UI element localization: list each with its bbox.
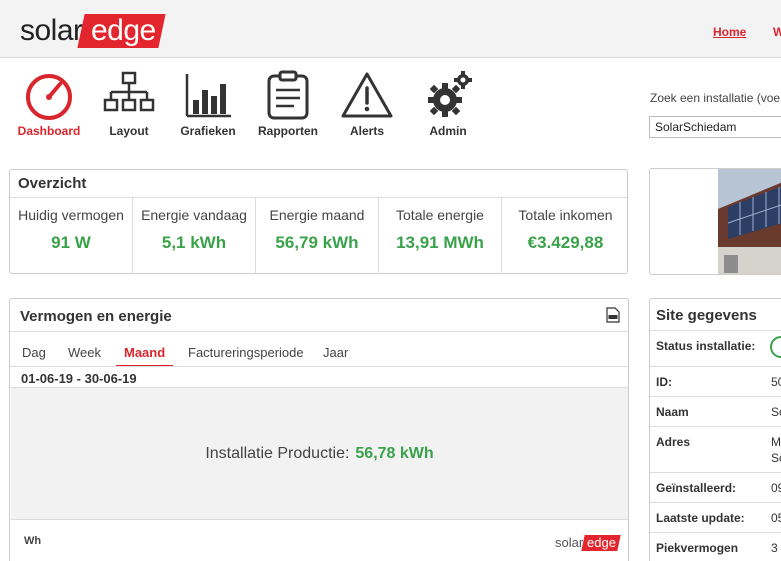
bar-chart-icon <box>185 74 231 118</box>
site-row-name: Naam So <box>650 397 781 427</box>
solaredge-logo[interactable]: solar edge <box>20 14 165 48</box>
power-energy-panel: Vermogen en energie Dag Week Maand Factu… <box>9 298 629 561</box>
overview-value: €3.429,88 <box>527 233 604 252</box>
site-row-value: 09 <box>771 481 781 495</box>
menu-grafieken-label: Grafieken <box>180 124 236 138</box>
site-row-key: Geïnstalleerd: <box>656 481 737 495</box>
site-row-peak-power: Piekvermogen 3 <box>650 533 781 561</box>
overview-energy-today: Energie vandaag 5,1 kWh <box>133 198 256 274</box>
overview-value: 56,79 kWh <box>275 233 359 252</box>
clipboard-icon <box>267 70 309 120</box>
site-row-key: Naam <box>656 405 689 419</box>
site-photo[interactable] <box>649 168 781 275</box>
site-row-installed: Geïnstalleerd: 09 <box>650 473 781 503</box>
site-row-value: 05 <box>771 511 781 525</box>
overview-label: Totale inkomen <box>518 207 613 223</box>
top-header: solar edge Home W <box>0 0 781 58</box>
production-summary: Installatie Productie: 56,78 kWh <box>11 387 628 520</box>
date-range: 01-06-19 - 30-06-19 <box>21 371 137 386</box>
menu-dashboard-label: Dashboard <box>17 124 81 138</box>
site-row-value: 50 <box>771 375 781 389</box>
site-details-panel: Site gegevens Status installatie: ID: 50… <box>649 298 781 561</box>
menu-layout-label: Layout <box>109 124 149 138</box>
gears-icon <box>428 71 472 117</box>
site-row-key: Laatste update: <box>656 511 745 525</box>
search-label: Zoek een installatie (voe <box>650 91 781 105</box>
house-solar-photo <box>650 169 781 274</box>
menu-admin-label: Admin <box>429 124 467 138</box>
site-row-key: ID: <box>656 375 672 389</box>
site-row-value-line2: Sc <box>771 451 781 465</box>
site-row-status: Status installatie: <box>650 331 781 367</box>
divider <box>10 366 628 367</box>
menu-admin[interactable]: Admin <box>408 70 488 138</box>
divider <box>10 331 628 332</box>
site-row-value: 3 <box>771 541 778 555</box>
overview-title: Overzicht <box>18 175 87 192</box>
overview-total-energy: Totale energie 13,91 MWh <box>379 198 502 274</box>
csv-export-icon[interactable] <box>606 307 620 323</box>
overview-current-power: Huidig vermogen 91 W <box>10 198 133 274</box>
site-row-value: So <box>771 405 781 419</box>
installation-search-input[interactable] <box>649 116 781 138</box>
overview-value: 5,1 kWh <box>161 233 227 252</box>
menu-grafieken[interactable]: Grafieken <box>168 70 248 138</box>
warning-icon <box>341 72 393 118</box>
overview-value: 91 W <box>51 233 91 252</box>
tab-dag[interactable]: Dag <box>22 345 46 365</box>
nav-link-partial[interactable]: W <box>773 25 781 39</box>
production-label: Installatie Productie: <box>205 445 350 462</box>
site-row-last-update: Laatste update: 05 <box>650 503 781 533</box>
status-ok-icon <box>770 336 781 358</box>
tab-maand[interactable]: Maand <box>116 345 174 367</box>
tab-factureringsperiode[interactable]: Factureringsperiode <box>188 345 304 365</box>
site-row-address: Adres Mi Sc <box>650 427 781 473</box>
chart-y-unit: Wh <box>24 535 42 547</box>
overview-value: 13,91 MWh <box>396 233 484 252</box>
site-row-key: Status installatie: <box>656 339 756 353</box>
site-row-id: ID: 50 <box>650 367 781 397</box>
menu-alerts-label: Alerts <box>349 124 384 138</box>
menu-dashboard[interactable]: Dashboard <box>9 70 89 138</box>
tab-jaar[interactable]: Jaar <box>323 345 348 365</box>
overview-total-income: Totale inkomen €3.429,88 <box>503 198 628 274</box>
menu-rapporten[interactable]: Rapporten <box>248 70 328 138</box>
overview-label: Huidig vermogen <box>18 207 124 223</box>
chart-brand-logo: solar edge <box>555 535 621 551</box>
overview-label: Energie maand <box>269 207 365 223</box>
overview-panel: Overzicht Huidig vermogen 91 W Energie v… <box>9 169 628 274</box>
speedometer-icon <box>26 74 72 120</box>
power-energy-title: Vermogen en energie <box>20 308 172 325</box>
tab-week[interactable]: Week <box>68 345 101 365</box>
nav-home-link[interactable]: Home <box>713 25 746 39</box>
menu-alerts[interactable]: Alerts <box>327 70 407 138</box>
sitemap-icon <box>103 71 155 112</box>
menu-layout[interactable]: Layout <box>89 70 169 138</box>
site-row-value: Mi <box>771 435 781 449</box>
site-details-title: Site gegevens <box>656 307 757 324</box>
site-row-key: Piekvermogen <box>656 541 739 555</box>
site-row-key: Adres <box>656 435 691 449</box>
overview-label: Totale energie <box>396 207 484 223</box>
menu-rapporten-label: Rapporten <box>258 124 318 138</box>
overview-label: Energie vandaag <box>141 207 247 223</box>
overview-energy-month: Energie maand 56,79 kWh <box>256 198 379 274</box>
production-value: 56,78 kWh <box>355 445 434 462</box>
